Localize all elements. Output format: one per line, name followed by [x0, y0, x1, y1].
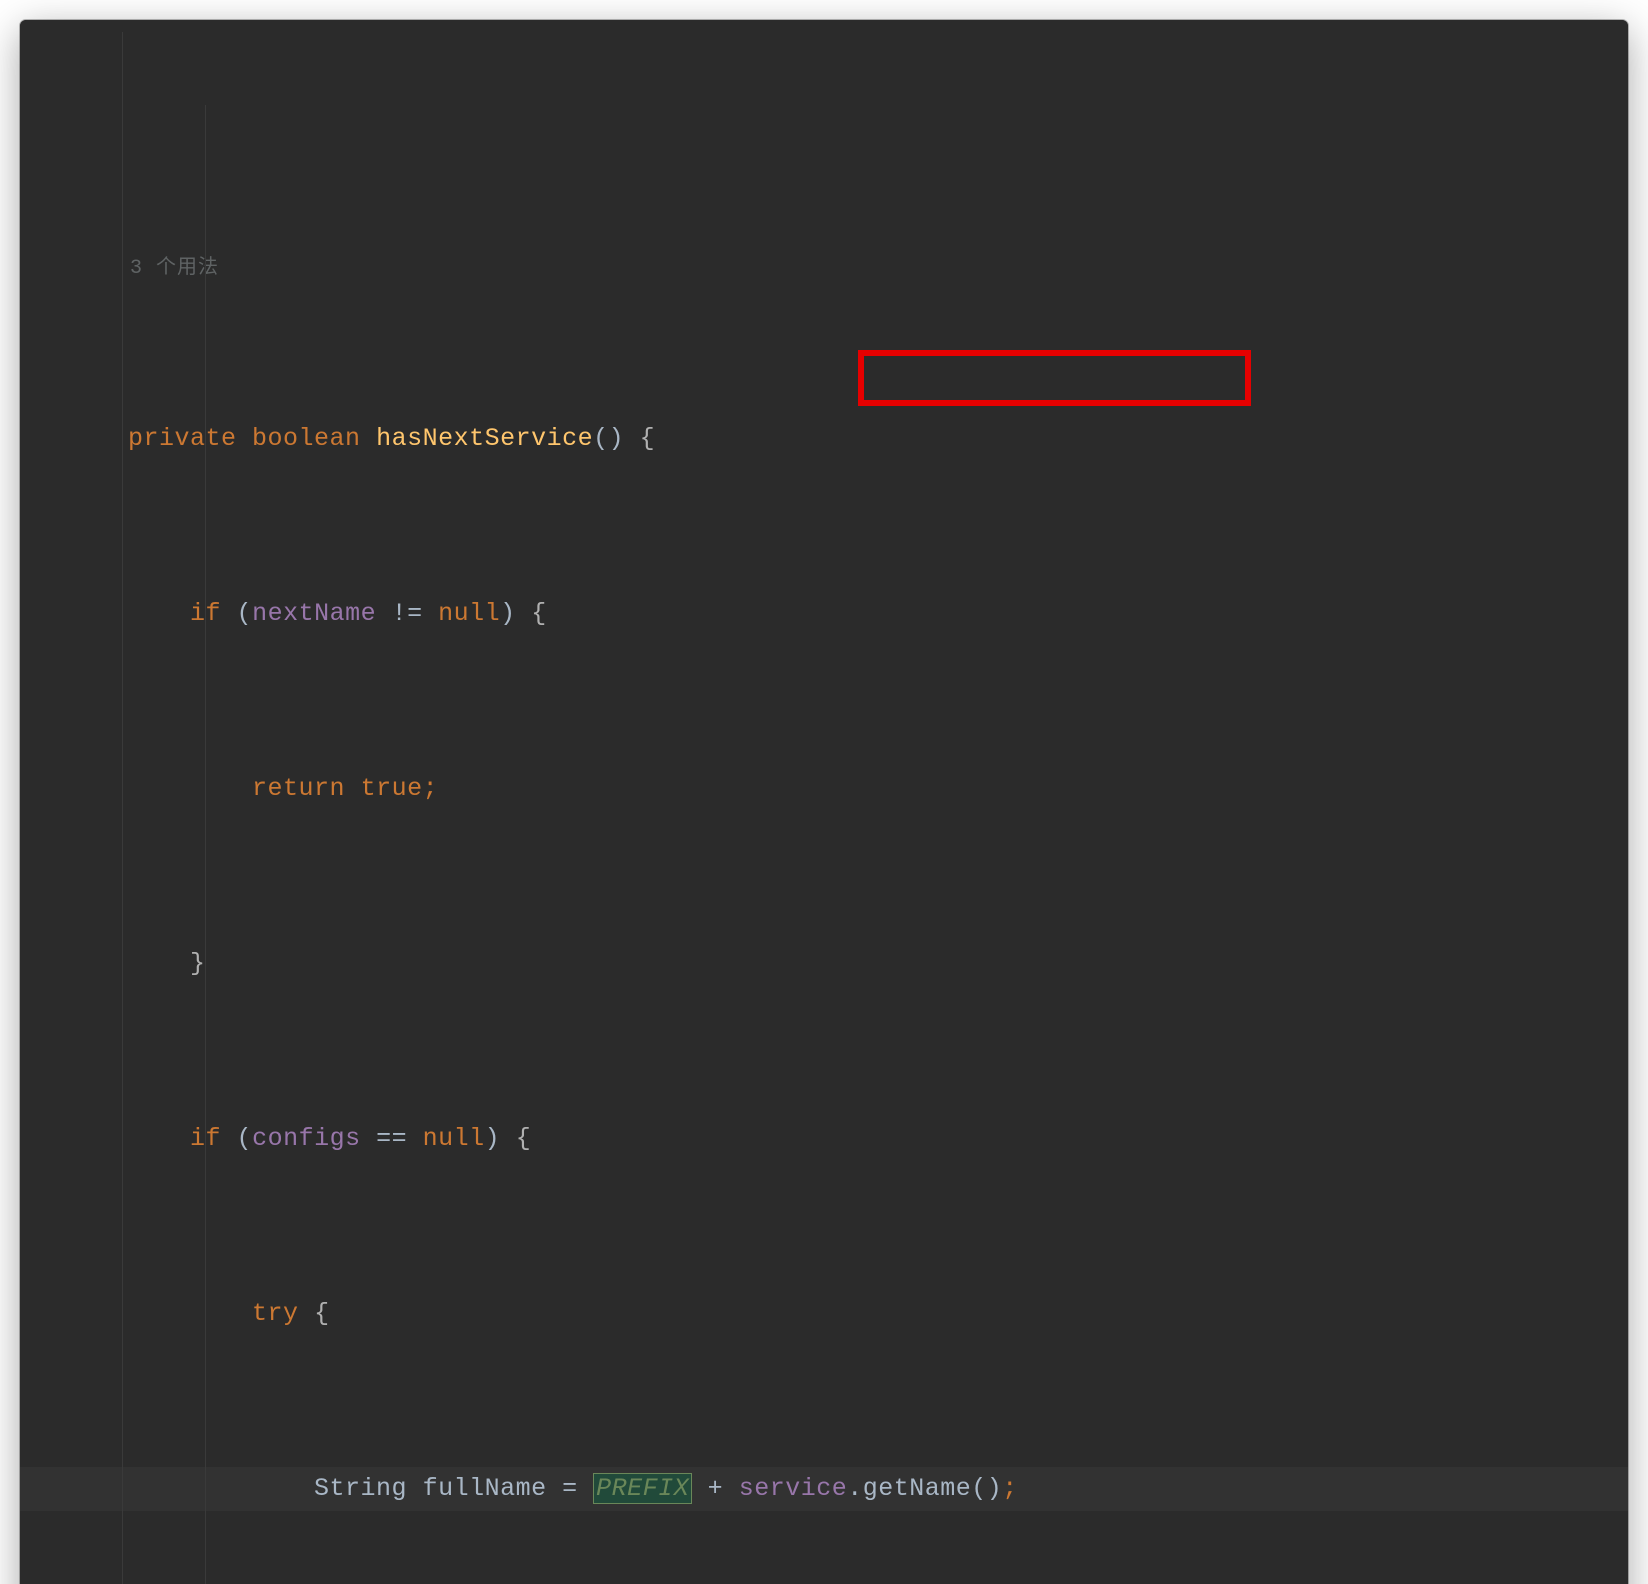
indent-guide	[122, 32, 123, 1584]
field-service[interactable]: service	[739, 1474, 848, 1503]
type-string[interactable]: String	[314, 1474, 407, 1503]
keyword-private: private	[128, 424, 237, 453]
code-line: }	[20, 942, 1628, 986]
indent-guide-2	[205, 105, 206, 1584]
usage-inlay-hint[interactable]: 3 个用法	[20, 251, 1628, 286]
keyword-boolean: boolean	[252, 424, 361, 453]
code-line: try {	[20, 1292, 1628, 1336]
code-editor-panel: 3 个用法 private boolean hasNextService() {…	[20, 20, 1628, 1584]
annotation-red-box	[858, 350, 1251, 406]
code-line: if (configs == null) {	[20, 1117, 1628, 1161]
code-line: private boolean hasNextService() {	[20, 417, 1628, 461]
keyword-try: try	[252, 1299, 299, 1328]
field-nextname[interactable]: nextName	[252, 599, 376, 628]
code-line: return true;	[20, 767, 1628, 811]
code-editor[interactable]: 3 个用法 private boolean hasNextService() {…	[20, 20, 1628, 1584]
constant-prefix[interactable]: PREFIX	[593, 1473, 692, 1504]
method-getname[interactable]: getName	[863, 1474, 972, 1503]
code-line: if (nextName != null) {	[20, 592, 1628, 636]
keyword-return: return	[252, 774, 345, 803]
method-name[interactable]: hasNextService	[376, 424, 593, 453]
code-line-highlighted: String fullName = PREFIX + service.getNa…	[20, 1467, 1628, 1511]
field-configs[interactable]: configs	[252, 1124, 361, 1153]
